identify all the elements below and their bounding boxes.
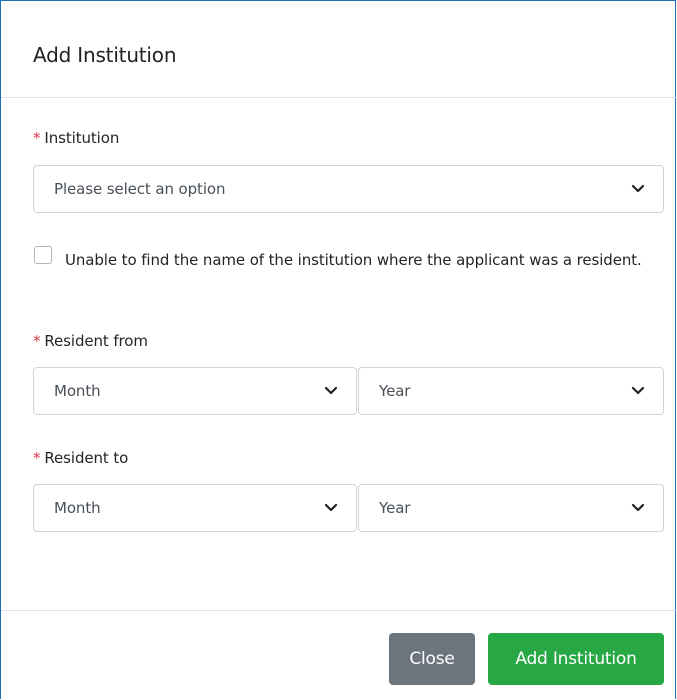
modal-footer: Close Add Institution <box>1 610 676 700</box>
required-marker: * <box>33 129 41 147</box>
resident-from-month-select[interactable]: Month <box>33 367 357 415</box>
institution-label: * Institution <box>33 128 119 148</box>
resident-to-year-value: Year <box>379 499 411 517</box>
required-marker: * <box>33 332 41 350</box>
chevron-down-icon <box>631 503 645 512</box>
resident-from-year-value: Year <box>379 382 411 400</box>
resident-to-label: * Resident to <box>33 448 128 468</box>
resident-from-label: * Resident from <box>33 331 148 351</box>
institution-select-value: Please select an option <box>54 180 226 198</box>
close-button[interactable]: Close <box>389 633 475 685</box>
chevron-down-icon <box>631 386 645 395</box>
institution-select[interactable]: Please select an option <box>33 165 664 213</box>
resident-to-label-text: Resident to <box>44 449 129 467</box>
chevron-down-icon <box>324 503 338 512</box>
add-institution-button[interactable]: Add Institution <box>488 633 664 685</box>
modal-title: Add Institution <box>33 43 177 67</box>
resident-to-month-select[interactable]: Month <box>33 484 357 532</box>
institution-label-text: Institution <box>44 129 120 147</box>
resident-from-label-text: Resident from <box>44 332 148 350</box>
chevron-down-icon <box>631 184 645 193</box>
resident-from-year-select[interactable]: Year <box>358 367 664 415</box>
resident-from-month-value: Month <box>54 382 101 400</box>
modal-header: Add Institution <box>1 1 676 98</box>
not-found-checkbox-label[interactable]: Unable to find the name of the instituti… <box>65 243 665 277</box>
resident-to-month-value: Month <box>54 499 101 517</box>
required-marker: * <box>33 449 41 467</box>
not-found-checkbox[interactable] <box>34 246 52 264</box>
add-institution-modal: Add Institution * Institution Please sele… <box>0 0 676 699</box>
chevron-down-icon <box>324 386 338 395</box>
resident-to-year-select[interactable]: Year <box>358 484 664 532</box>
